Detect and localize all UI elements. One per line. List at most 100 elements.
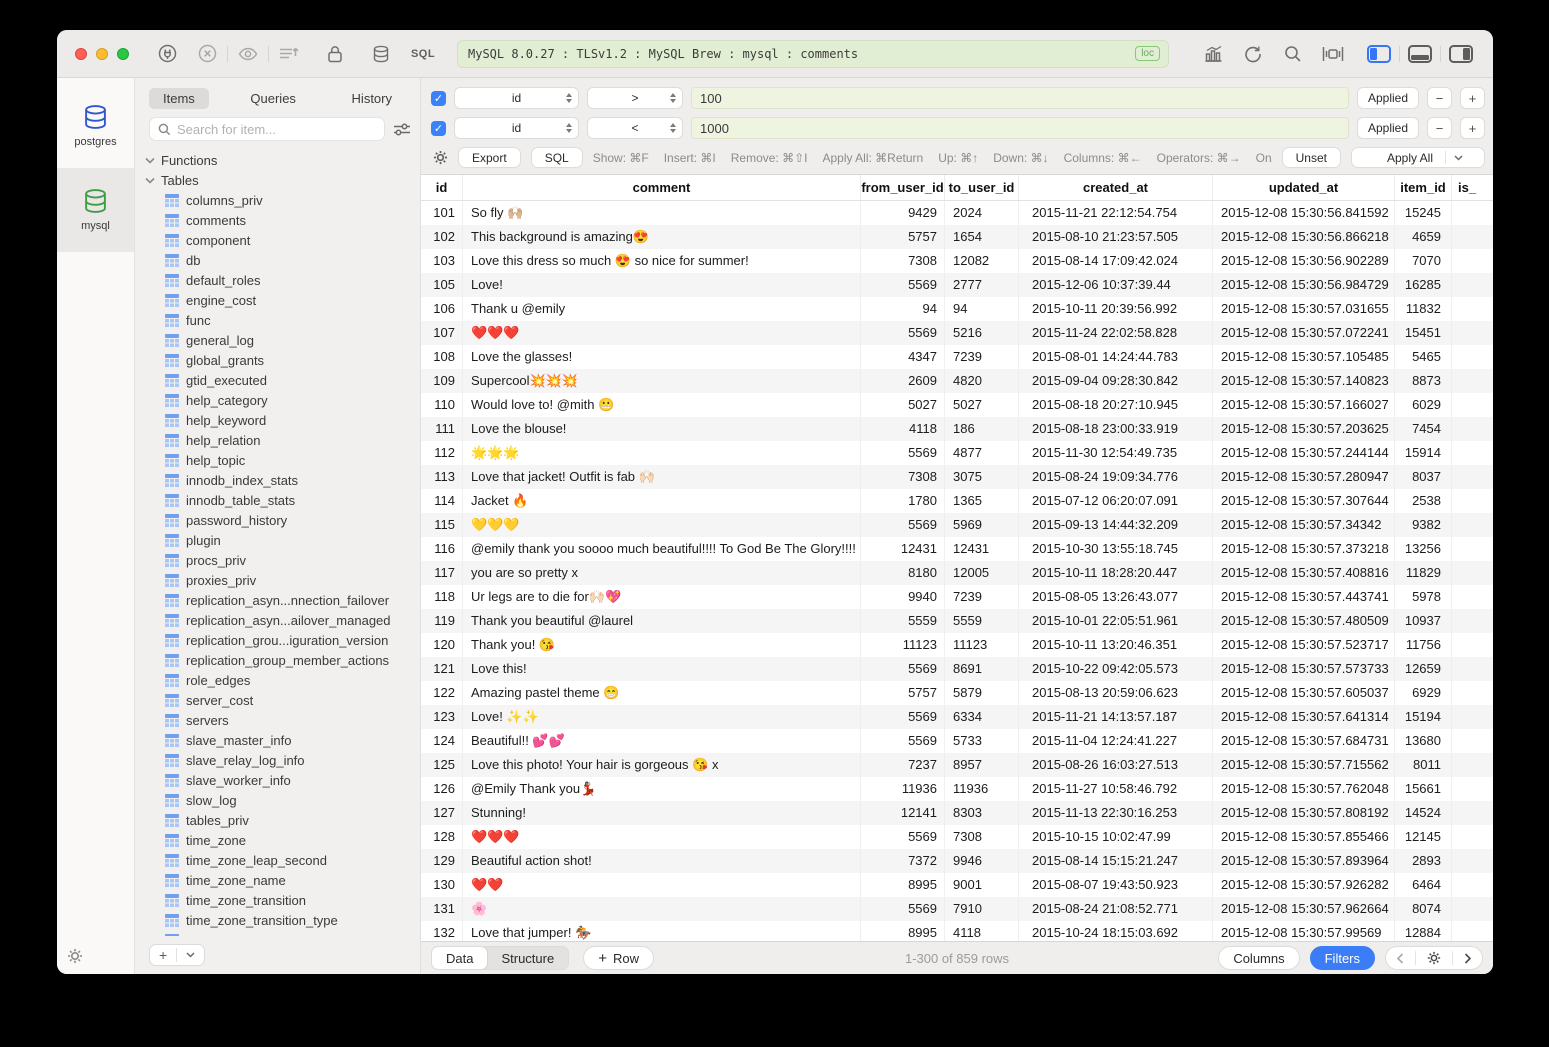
sidebar-table-item[interactable]: func [143, 310, 414, 330]
table-row[interactable]: 119 Thank you beautiful @laurel 5559 555… [421, 609, 1493, 633]
cell-comment[interactable]: Love that jacket! Outfit is fab 🙌🏻 [463, 465, 861, 489]
cell-comment[interactable]: 🌸 [463, 897, 861, 921]
cell-id[interactable]: 113 [421, 465, 463, 489]
cell-created-at[interactable]: 2015-09-04 09:28:30.842 [1019, 369, 1213, 393]
cell-is[interactable] [1452, 873, 1493, 897]
cell-to-user-id[interactable]: 3075 [945, 465, 1019, 489]
chart-icon[interactable] [1193, 39, 1233, 69]
chevron-down-icon[interactable] [1445, 151, 1471, 164]
cell-updated-at[interactable]: 2015-12-08 15:30:57.808192 [1213, 801, 1395, 825]
cell-item-id[interactable]: 12145 [1395, 825, 1452, 849]
sql-preview-button[interactable]: SQL [531, 147, 583, 168]
cell-created-at[interactable]: 2015-08-13 20:59:06.623 [1019, 681, 1213, 705]
cell-comment[interactable]: Ur legs are to die for🙌🏻💖 [463, 585, 861, 609]
database-icon[interactable] [361, 39, 401, 69]
table-row[interactable]: 118 Ur legs are to die for🙌🏻💖 9940 7239 … [421, 585, 1493, 609]
cell-updated-at[interactable]: 2015-12-08 15:30:57.031655 [1213, 297, 1395, 321]
cell-item-id[interactable]: 2893 [1395, 849, 1452, 873]
cell-comment[interactable]: Love that jumper! 🏇 [463, 921, 861, 941]
cell-id[interactable]: 130 [421, 873, 463, 897]
cell-updated-at[interactable]: 2015-12-08 15:30:56.984729 [1213, 273, 1395, 297]
cell-is[interactable] [1452, 273, 1493, 297]
cell-comment[interactable]: Love this dress so much 😍 so nice for su… [463, 249, 861, 273]
cell-to-user-id[interactable]: 8957 [945, 753, 1019, 777]
cell-from-user-id[interactable]: 5569 [861, 825, 945, 849]
page-settings-gear-icon[interactable] [1416, 947, 1452, 969]
column-header-from_user_id[interactable]: from_user_id [861, 175, 945, 200]
cell-item-id[interactable]: 6029 [1395, 393, 1452, 417]
cell-to-user-id[interactable]: 9001 [945, 873, 1019, 897]
cell-created-at[interactable]: 2015-08-07 19:43:50.923 [1019, 873, 1213, 897]
cell-to-user-id[interactable]: 12082 [945, 249, 1019, 273]
sidebar-table-item[interactable]: help_topic [143, 450, 414, 470]
cell-from-user-id[interactable]: 7372 [861, 849, 945, 873]
tree-section-functions[interactable]: Functions [143, 150, 414, 170]
tab-data[interactable]: Data [432, 947, 487, 969]
cell-is[interactable] [1452, 585, 1493, 609]
cell-is[interactable] [1452, 345, 1493, 369]
cell-created-at[interactable]: 2015-10-01 22:05:51.961 [1019, 609, 1213, 633]
cell-from-user-id[interactable]: 12141 [861, 801, 945, 825]
table-row[interactable]: 115 💛💛💛 5569 5969 2015-09-13 14:44:32.20… [421, 513, 1493, 537]
cell-is[interactable] [1452, 201, 1493, 225]
cell-id[interactable]: 116 [421, 537, 463, 561]
table-row[interactable]: 129 Beautiful action shot! 7372 9946 201… [421, 849, 1493, 873]
cell-from-user-id[interactable]: 7308 [861, 249, 945, 273]
minimize-window-button[interactable] [96, 48, 108, 60]
cell-is[interactable] [1452, 321, 1493, 345]
cell-item-id[interactable]: 8074 [1395, 897, 1452, 921]
cell-created-at[interactable]: 2015-12-06 10:37:39.44 [1019, 273, 1213, 297]
sidebar-table-item[interactable]: procs_priv [143, 550, 414, 570]
filter-column-select[interactable]: id [454, 87, 579, 109]
cell-to-user-id[interactable]: 4877 [945, 441, 1019, 465]
cell-to-user-id[interactable]: 11123 [945, 633, 1019, 657]
cell-updated-at[interactable]: 2015-12-08 15:30:57.855466 [1213, 825, 1395, 849]
add-item-button[interactable]: + [150, 945, 176, 965]
cell-id[interactable]: 126 [421, 777, 463, 801]
filter-applied-button[interactable]: Applied [1357, 87, 1419, 109]
table-row[interactable]: 111 Love the blouse! 4118 186 2015-08-18… [421, 417, 1493, 441]
cell-to-user-id[interactable]: 11936 [945, 777, 1019, 801]
cell-from-user-id[interactable]: 5569 [861, 657, 945, 681]
cell-id[interactable]: 128 [421, 825, 463, 849]
cell-comment[interactable]: Love the blouse! [463, 417, 861, 441]
cell-comment[interactable]: So fly 🙌🏼 [463, 201, 861, 225]
cell-to-user-id[interactable]: 1654 [945, 225, 1019, 249]
zoom-window-button[interactable] [117, 48, 129, 60]
cell-to-user-id[interactable]: 186 [945, 417, 1019, 441]
cell-to-user-id[interactable]: 5969 [945, 513, 1019, 537]
cell-created-at[interactable]: 2015-08-24 21:08:52.771 [1019, 897, 1213, 921]
table-row[interactable]: 128 ❤️❤️❤️ 5569 7308 2015-10-15 10:02:47… [421, 825, 1493, 849]
cell-created-at[interactable]: 2015-10-15 10:02:47.99 [1019, 825, 1213, 849]
cell-comment[interactable]: Stunning! [463, 801, 861, 825]
sidebar-table-item[interactable]: general_log [143, 330, 414, 350]
filter-adjust-icon[interactable] [393, 122, 410, 137]
table-row[interactable]: 112 🌟🌟🌟 5569 4877 2015-11-30 12:54:49.73… [421, 441, 1493, 465]
cell-id[interactable]: 125 [421, 753, 463, 777]
cell-updated-at[interactable]: 2015-12-08 15:30:57.641314 [1213, 705, 1395, 729]
table-row[interactable]: 103 Love this dress so much 😍 so nice fo… [421, 249, 1493, 273]
cell-id[interactable]: 122 [421, 681, 463, 705]
cell-comment[interactable]: ❤️❤️❤️ [463, 321, 861, 345]
cell-is[interactable] [1452, 393, 1493, 417]
cell-from-user-id[interactable]: 5569 [861, 705, 945, 729]
table-row[interactable]: 110 Would love to! @mith 😬 5027 5027 201… [421, 393, 1493, 417]
cell-item-id[interactable]: 13256 [1395, 537, 1452, 561]
sidebar-table-item[interactable]: default_roles [143, 270, 414, 290]
filter-settings-gear-icon[interactable] [433, 150, 448, 165]
sidebar-table-item[interactable]: comments [143, 210, 414, 230]
cell-comment[interactable]: Jacket 🔥 [463, 489, 861, 513]
table-row[interactable]: 102 This background is amazing😍 5757 165… [421, 225, 1493, 249]
cell-created-at[interactable]: 2015-10-24 18:15:03.692 [1019, 921, 1213, 941]
sidebar-table-item[interactable]: slave_relay_log_info [143, 750, 414, 770]
cell-created-at[interactable]: 2015-08-14 15:15:21.247 [1019, 849, 1213, 873]
fit-width-icon[interactable] [1313, 39, 1353, 69]
filter-column-select[interactable]: id [454, 117, 579, 139]
cell-from-user-id[interactable]: 5569 [861, 897, 945, 921]
connection-item-postgres[interactable]: postgres [57, 84, 134, 168]
cell-is[interactable] [1452, 537, 1493, 561]
disconnect-icon[interactable] [187, 39, 227, 69]
cell-is[interactable] [1452, 465, 1493, 489]
cell-id[interactable]: 108 [421, 345, 463, 369]
cell-comment[interactable]: you are so pretty x [463, 561, 861, 585]
